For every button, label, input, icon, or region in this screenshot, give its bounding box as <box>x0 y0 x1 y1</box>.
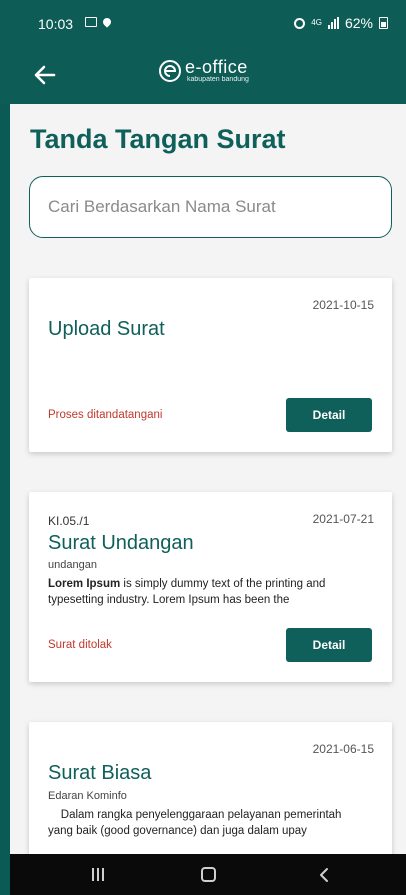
card-date: 2021-07-21 <box>312 512 374 526</box>
card-subtitle: undangan <box>48 559 97 571</box>
card-date: 2021-06-15 <box>312 742 374 756</box>
location-icon <box>101 16 113 28</box>
letter-card[interactable]: 2021-06-15 Surat Biasa Edaran Kominfo Da… <box>29 722 392 854</box>
logo-icon <box>159 60 181 82</box>
card-title: Surat Undangan <box>48 532 194 554</box>
letter-card[interactable]: 2021-10-15 Upload Surat Proses ditandata… <box>29 278 392 452</box>
card-body: Lorem Ipsum is simply dummy text of the … <box>48 576 348 608</box>
app-logo: e-office kabupaten bandung <box>157 58 249 84</box>
letter-card[interactable]: KI.05./1 2021-07-21 Surat Undangan undan… <box>29 492 392 682</box>
back-button[interactable] <box>30 60 60 90</box>
status-bar: 10:03 4G 62% <box>0 0 406 48</box>
content-area: Tanda Tangan Surat 2021-10-15 Upload Sur… <box>10 104 406 854</box>
detail-button[interactable]: Detail <box>286 398 372 432</box>
app-bar: e-office kabupaten bandung <box>0 48 406 104</box>
logo-text: e-office <box>185 57 248 77</box>
logo-subtitle: kabupaten bandung <box>187 76 249 83</box>
arrow-left-icon <box>34 65 56 85</box>
card-title: Surat Biasa <box>48 762 152 784</box>
home-icon[interactable] <box>201 867 216 882</box>
card-code: KI.05./1 <box>48 514 90 528</box>
battery-icon <box>379 17 388 29</box>
card-subtitle: Edaran Kominfo <box>48 790 127 802</box>
card-body-bold: Lorem Ipsum <box>48 578 121 590</box>
battery-percent: 62% <box>344 15 373 31</box>
detail-button[interactable]: Detail <box>286 628 372 662</box>
signal-icon <box>327 17 339 29</box>
page-title: Tanda Tangan Surat <box>30 124 286 154</box>
card-body: Dalam rangka penyelenggaraan pelayanan p… <box>48 809 345 837</box>
status-time: 10:03 <box>38 16 74 32</box>
alarm-icon <box>294 17 306 29</box>
navigation-bar <box>10 854 406 895</box>
card-status: Proses ditandatangani <box>48 409 163 421</box>
back-icon[interactable] <box>316 867 332 883</box>
card-title: Upload Surat <box>48 318 165 340</box>
recent-apps-icon[interactable] <box>92 868 104 881</box>
card-status: Surat ditolak <box>48 639 112 651</box>
card-date: 2021-10-15 <box>312 298 374 312</box>
network-type: 4G <box>311 18 322 27</box>
search-input[interactable] <box>29 176 392 238</box>
gallery-icon <box>85 17 97 27</box>
